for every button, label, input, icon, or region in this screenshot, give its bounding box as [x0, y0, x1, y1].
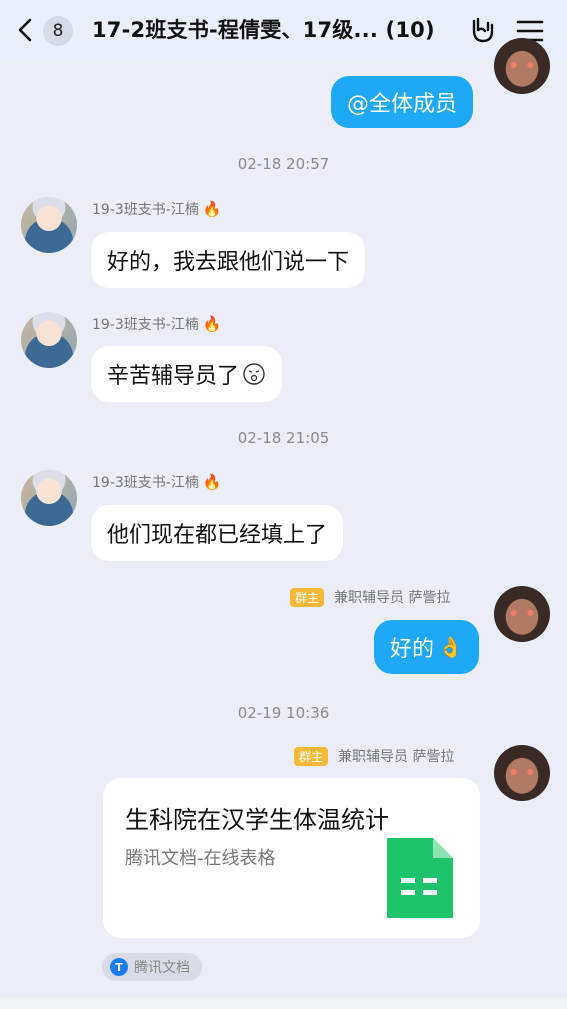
- avatar-counselor[interactable]: [494, 38, 550, 94]
- fire-icon: 🔥: [202, 200, 222, 218]
- sender-name: 群主 兼职辅导员 萨訾拉: [294, 746, 454, 766]
- sender-name: 群主 兼职辅导员 萨訾拉: [290, 587, 450, 607]
- message-bubble-incoming[interactable]: 好的，我去跟他们说一下: [91, 232, 366, 288]
- message-text: @全体成员: [347, 92, 458, 117]
- fire-icon: 🔥: [202, 473, 222, 491]
- sender-name: 19-3班支书-江楠 🔥: [92, 315, 222, 333]
- unread-count-badge[interactable]: 8: [43, 16, 73, 46]
- group-owner-badge: 群主: [290, 587, 325, 607]
- document-title: 生科院在汉学生体温统计: [125, 806, 389, 834]
- hand-gesture-icon[interactable]: [468, 15, 498, 45]
- message-text: 辛苦辅导员了: [107, 364, 240, 389]
- timestamp: 02-18 20:57: [237, 155, 330, 173]
- avatar-jiangnan[interactable]: [21, 312, 77, 368]
- timestamp: 02-18 21:05: [237, 429, 330, 447]
- back-chevron-icon[interactable]: [14, 17, 36, 43]
- message-text: 他们现在都已经填上了: [107, 523, 328, 548]
- avatar-counselor[interactable]: [494, 586, 550, 642]
- document-subtitle: 腾讯文档-在线表格: [125, 848, 276, 869]
- message-bubble-incoming[interactable]: 他们现在都已经填上了: [91, 505, 344, 561]
- chat-title[interactable]: 17-2班支书-程倩雯、17级... (10): [92, 14, 435, 44]
- input-bar-edge: [0, 997, 567, 1009]
- avatar-jiangnan[interactable]: [21, 470, 77, 526]
- document-source-tag[interactable]: T 腾讯文档: [102, 953, 202, 981]
- sender-name: 19-3班支书-江楠 🔥: [92, 473, 222, 491]
- spreadsheet-icon: [387, 838, 453, 918]
- fire-icon: 🔥: [202, 315, 222, 333]
- group-owner-badge: 群主: [294, 746, 329, 766]
- avatar-jiangnan[interactable]: [21, 197, 77, 253]
- ok-hand-icon: 👌: [438, 635, 463, 659]
- message-bubble-incoming[interactable]: 辛苦辅导员了: [91, 346, 283, 402]
- message-text: 好的，我去跟他们说一下: [107, 250, 350, 275]
- thinking-emoji-icon: [243, 363, 265, 385]
- tencent-docs-icon: T: [110, 958, 128, 976]
- source-label: 腾讯文档: [134, 960, 190, 976]
- message-bubble-outgoing[interactable]: 好的 👌: [374, 620, 479, 674]
- sender-name: 19-3班支书-江楠 🔥: [92, 200, 222, 218]
- timestamp: 02-19 10:36: [237, 704, 330, 722]
- avatar-counselor[interactable]: [494, 745, 550, 801]
- chat-header: 8 17-2班支书-程倩雯、17级... (10): [0, 0, 567, 60]
- message-bubble-outgoing[interactable]: @全体成员: [331, 76, 474, 128]
- shared-document-card[interactable]: 生科院在汉学生体温统计 腾讯文档-在线表格: [103, 778, 480, 938]
- message-text: 好的: [390, 637, 435, 662]
